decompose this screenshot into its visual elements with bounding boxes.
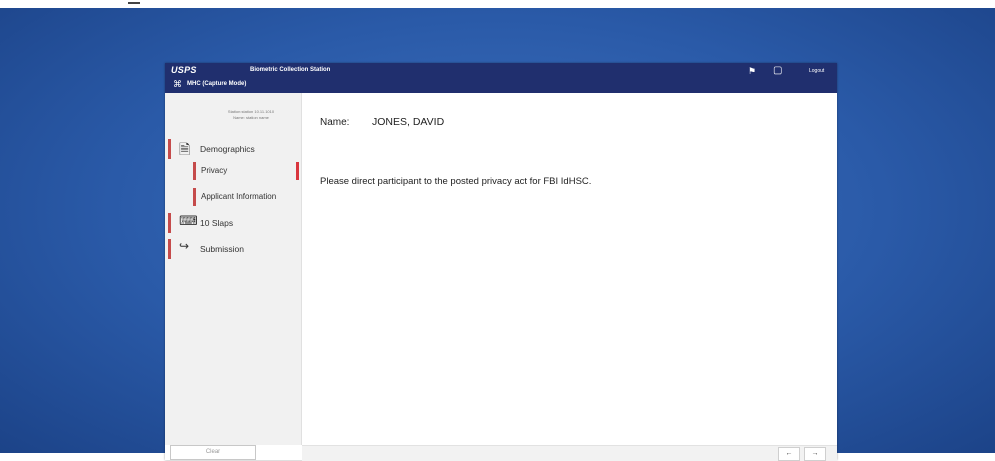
name-value: JONES, DAVID <box>372 116 445 128</box>
footer-bar: ← → <box>302 445 837 461</box>
document-icon: 🗎 <box>179 141 191 157</box>
name-label: Name: <box>320 117 350 128</box>
title-bar: USPS Biometric Collection Station ⌘ MHC … <box>165 63 837 93</box>
desktop-background: USPS Biometric Collection Station ⌘ MHC … <box>0 8 995 461</box>
sidebar-item-demographics[interactable]: 🗎 Demographics <box>165 139 301 159</box>
logout-button[interactable]: Logout <box>809 68 824 74</box>
usps-logo: USPS <box>171 65 197 75</box>
sidebar-subitem-label: Privacy <box>201 166 228 175</box>
sidebar-item-submission[interactable]: ↪ Submission <box>165 239 301 259</box>
section-marker <box>168 139 171 159</box>
sidebar-item-label: Submission <box>200 244 244 254</box>
next-button[interactable]: → <box>804 447 826 461</box>
sidebar: Station:station 10.11.1010 Name: station… <box>165 93 302 445</box>
section-marker <box>193 188 196 206</box>
privacy-message: Please direct participant to the posted … <box>320 176 592 187</box>
capture-mode-icon: ⌘ <box>173 79 182 89</box>
sidebar-subitem-privacy[interactable]: Privacy <box>193 162 301 180</box>
capture-mode-label: MHC (Capture Mode) <box>187 81 247 87</box>
section-marker <box>168 239 171 259</box>
export-icon: ↪ <box>179 239 190 253</box>
sidebar-item-label: 10 Slaps <box>200 218 234 228</box>
main-content: Name: JONES, DAVID Please direct partici… <box>302 93 837 445</box>
sidebar-item-10-slaps[interactable]: ⌨ 10 Slaps <box>165 213 301 233</box>
section-marker <box>168 213 171 233</box>
sidebar-item-label: Demographics <box>200 144 255 154</box>
sidebar-subitem-applicant-information[interactable]: Applicant Information <box>193 188 301 206</box>
section-marker <box>193 162 196 180</box>
message-icon[interactable]: ▢ <box>773 65 782 76</box>
sidebar-subitem-label: Applicant Information <box>201 192 277 201</box>
top-edge-mark <box>128 2 140 4</box>
app-title: Biometric Collection Station <box>250 67 331 73</box>
station-line: Name: station name <box>233 115 269 120</box>
active-indicator <box>296 162 299 180</box>
fingerprint-scanner-icon: ⌨ <box>179 213 198 228</box>
flag-icon[interactable]: ⚑ <box>748 66 756 77</box>
station-info: Station:station 10.11.1010 Name: station… <box>215 109 287 121</box>
app-window: USPS Biometric Collection Station ⌘ MHC … <box>165 63 837 461</box>
back-button[interactable]: ← <box>778 447 800 461</box>
